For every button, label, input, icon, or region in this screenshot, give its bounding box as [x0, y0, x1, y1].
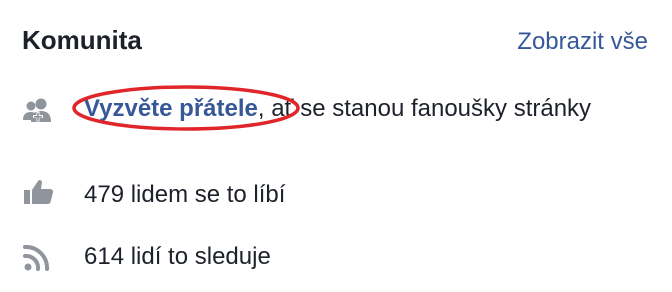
- invite-friends-link-label: Vyzvěte přátele: [84, 95, 258, 122]
- invite-friends-row: Vyzvěte přátele , ať se stanou fanoušky …: [22, 85, 648, 162]
- community-title: Komunita: [22, 25, 142, 55]
- likes-text: 479 lidem se to líbí: [84, 181, 286, 208]
- community-header: Komunita Zobrazit vše: [22, 22, 648, 62]
- invite-friends-icon: [22, 96, 56, 126]
- invite-friends-rest-text: , ať se stanou fanoušky stránky: [257, 95, 592, 122]
- community-panel: Komunita Zobrazit vše Vyzvěte přátele , …: [0, 0, 672, 292]
- rss-feed-icon: [22, 242, 56, 272]
- follows-row: 614 lidí to sleduje: [22, 238, 648, 278]
- invite-friends-link[interactable]: Vyzvěte přátele: [72, 85, 300, 131]
- likes-row: 479 lidem se to líbí: [22, 174, 648, 214]
- follows-text: 614 lidí to sleduje: [84, 243, 271, 270]
- thumbs-up-icon: [22, 178, 56, 208]
- invite-friends-text: Vyzvěte přátele , ať se stanou fanoušky …: [72, 85, 644, 131]
- see-all-link[interactable]: Zobrazit vše: [517, 24, 648, 60]
